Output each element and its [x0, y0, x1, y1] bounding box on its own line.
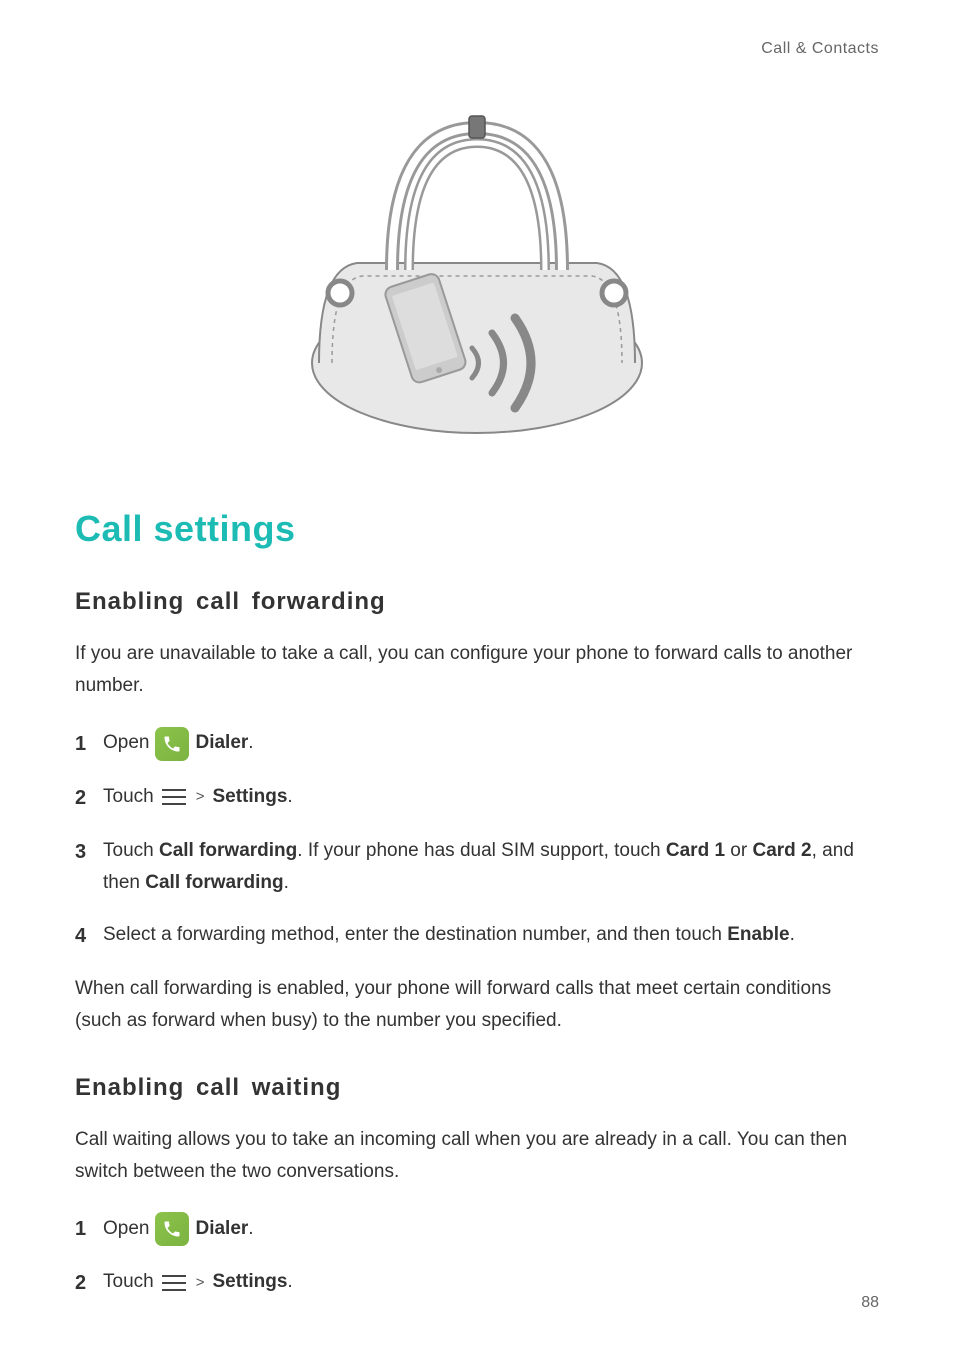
step-bold: Call forwarding	[145, 872, 283, 893]
page-number: 88	[861, 1294, 879, 1312]
gt-symbol: >	[196, 784, 205, 810]
step-2: 2 Touch > Settings.	[75, 1266, 879, 1300]
step-text: . If your phone has dual SIM support, to…	[297, 840, 666, 861]
dialer-icon	[155, 727, 189, 761]
step-number: 4	[75, 919, 99, 953]
step-bold: Card 2	[752, 840, 811, 861]
dialer-icon	[155, 1212, 189, 1246]
step-text: or	[725, 840, 752, 861]
step-number: 2	[75, 1266, 99, 1300]
step-bold: Settings	[212, 786, 287, 807]
step-1: 1 Open Dialer.	[75, 1212, 879, 1246]
step-bold: Settings	[212, 1271, 287, 1292]
step-text: .	[790, 924, 795, 945]
step-text: Open	[103, 727, 149, 759]
step-bold: Dialer	[195, 732, 248, 753]
step-post: .	[287, 1271, 292, 1292]
section1-heading: Enabling call forwarding	[75, 588, 879, 616]
hero-illustration	[75, 108, 879, 438]
section2-intro: Call waiting allows you to take an incom…	[75, 1124, 879, 1189]
step-text: Touch	[103, 840, 159, 861]
section2-steps: 1 Open Dialer. 2 Touch >	[75, 1212, 879, 1300]
step-text: Touch	[103, 781, 154, 813]
section1-steps: 1 Open Dialer. 2 Touch > Settings.	[75, 727, 879, 954]
menu-icon	[160, 1272, 188, 1294]
step-text: .	[284, 872, 289, 893]
step-4: 4 Select a forwarding method, enter the …	[75, 919, 879, 953]
step-3: 3 Touch Call forwarding. If your phone h…	[75, 835, 879, 900]
step-text: Touch	[103, 1266, 154, 1298]
step-bold: Enable	[727, 924, 789, 945]
gt-symbol: >	[196, 1270, 205, 1296]
menu-icon	[160, 786, 188, 808]
section1-after: When call forwarding is enabled, your ph…	[75, 973, 879, 1038]
step-2: 2 Touch > Settings.	[75, 781, 879, 815]
section2-heading: Enabling call waiting	[75, 1074, 879, 1102]
step-text: Open	[103, 1213, 149, 1245]
page-title: Call settings	[75, 508, 879, 550]
breadcrumb: Call & Contacts	[75, 40, 879, 58]
step-post: .	[248, 1218, 253, 1239]
step-number: 2	[75, 781, 99, 815]
step-number: 1	[75, 1212, 99, 1246]
step-number: 1	[75, 727, 99, 761]
section1-intro: If you are unavailable to take a call, y…	[75, 638, 879, 703]
step-bold: Card 1	[666, 840, 725, 861]
step-1: 1 Open Dialer.	[75, 727, 879, 761]
step-post: .	[287, 786, 292, 807]
step-number: 3	[75, 835, 99, 869]
step-post: .	[248, 732, 253, 753]
step-bold: Call forwarding	[159, 840, 297, 861]
step-bold: Dialer	[195, 1218, 248, 1239]
step-text: Select a forwarding method, enter the de…	[103, 924, 727, 945]
